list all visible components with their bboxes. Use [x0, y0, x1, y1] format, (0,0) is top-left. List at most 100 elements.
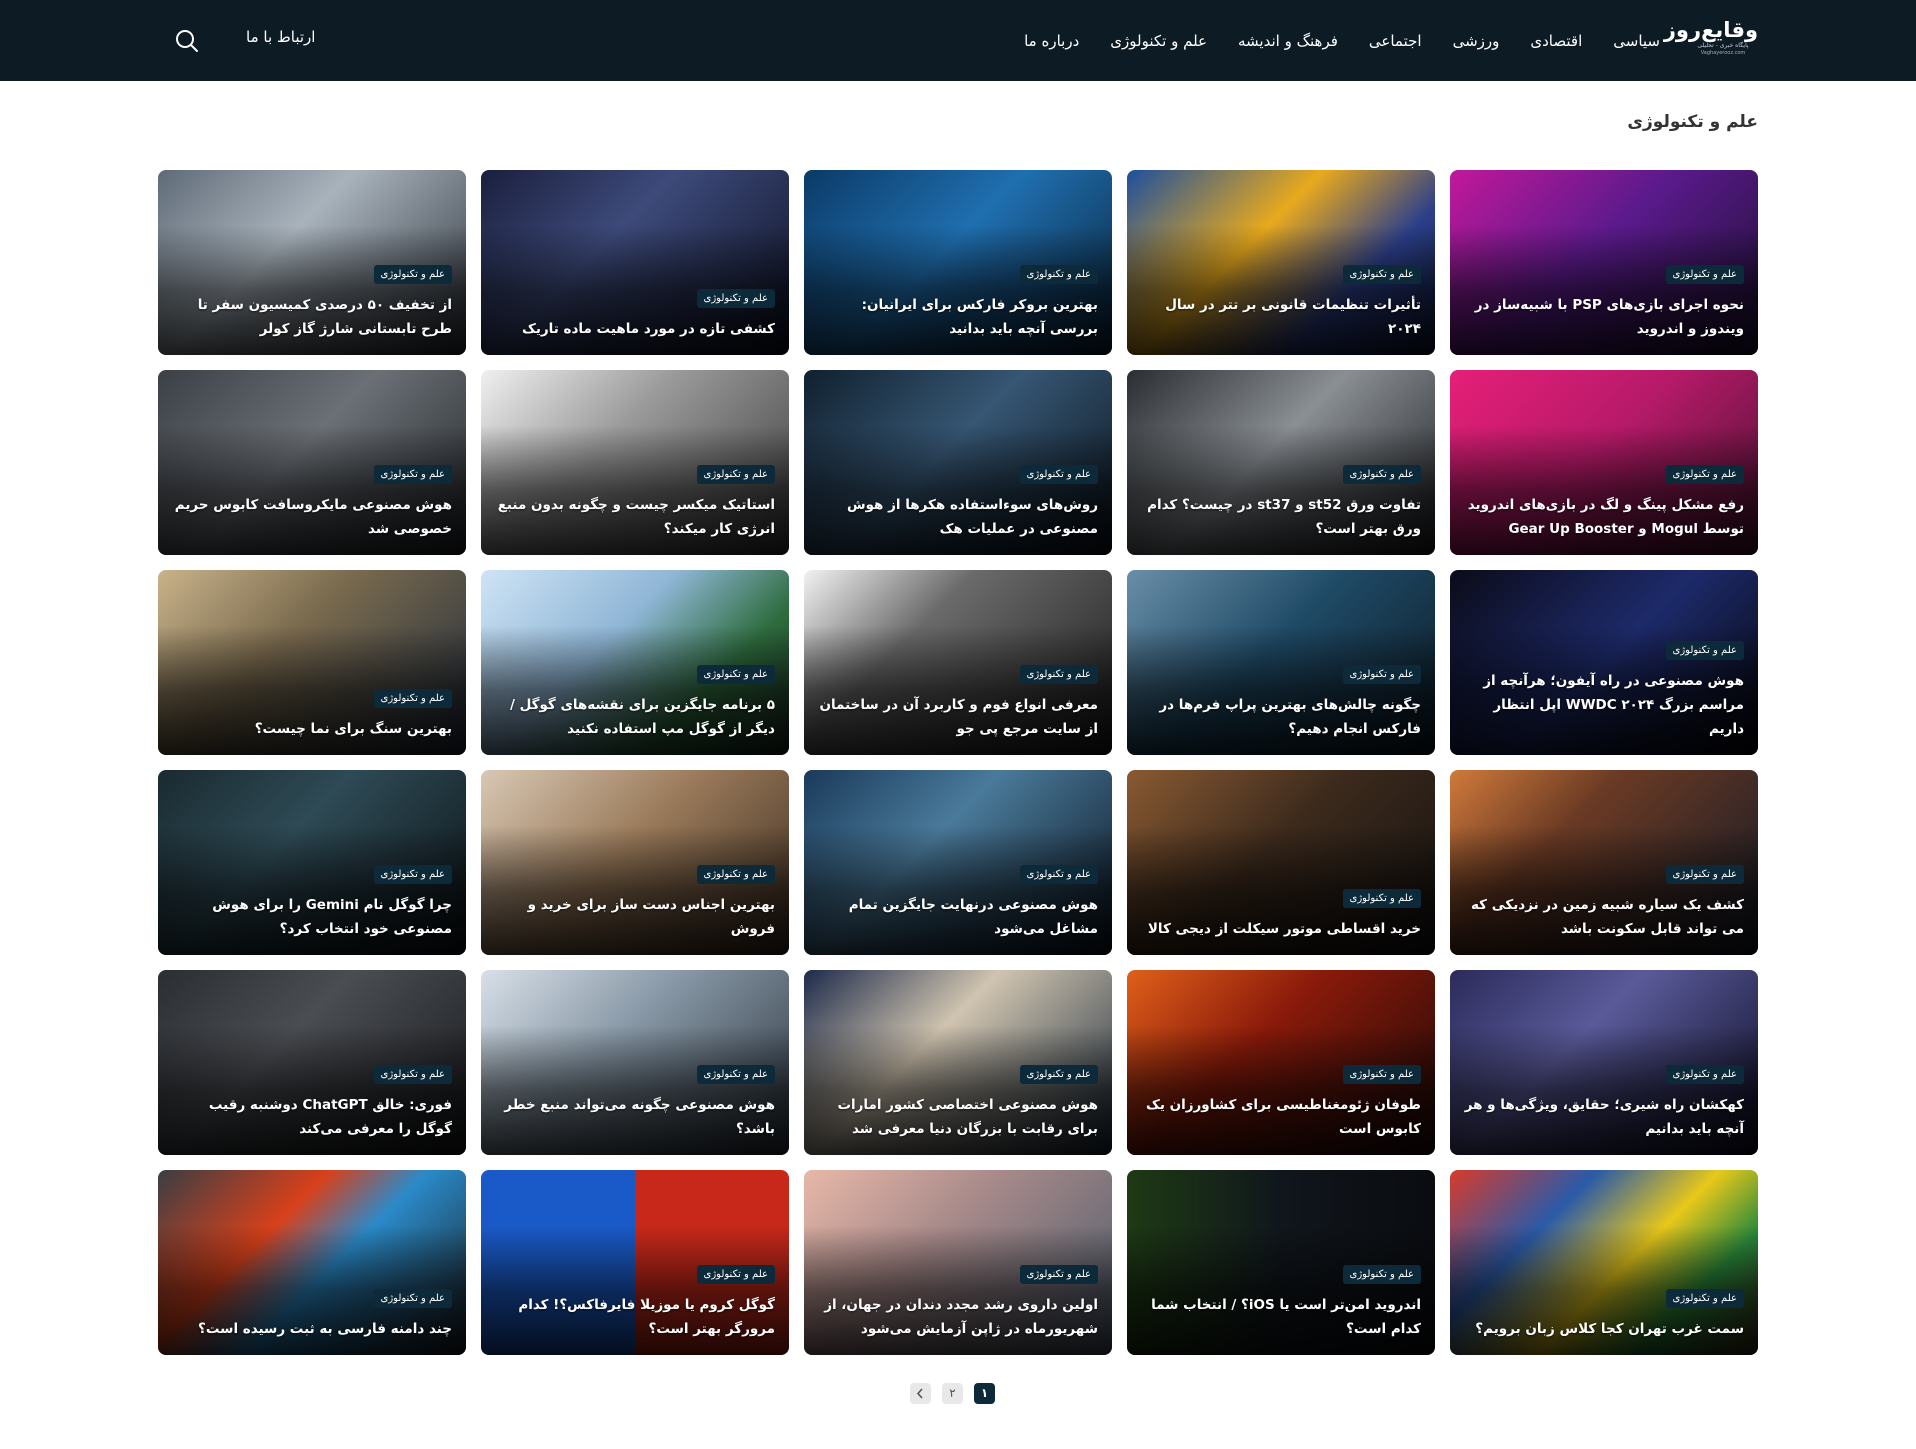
- category-badge[interactable]: علم و تکنولوژی: [1342, 1065, 1421, 1084]
- article-title[interactable]: روش‌های سوءاستفاده هکرها از هوش مصنوعی د…: [818, 493, 1098, 541]
- category-badge[interactable]: علم و تکنولوژی: [1665, 1065, 1744, 1084]
- category-badge[interactable]: علم و تکنولوژی: [1665, 1289, 1744, 1308]
- article-title[interactable]: چگونه چالش‌های بهترین پراپ فرم‌ها در فار…: [1141, 693, 1421, 741]
- article-title[interactable]: هوش مصنوعی در راه آیفون؛ هرآنچه از مراسم…: [1464, 669, 1744, 741]
- article-card[interactable]: علم و تکنولوژی کشفی تازه در مورد ماهیت ما…: [481, 170, 789, 355]
- nav-item-politics[interactable]: سیاسی: [1613, 32, 1660, 50]
- article-title[interactable]: بهترین سنگ برای نما چیست؟: [172, 717, 452, 741]
- chevron-left-icon[interactable]: [910, 1383, 931, 1404]
- nav-item-about[interactable]: درباره ما: [1024, 32, 1079, 50]
- page-button-1[interactable]: ۱: [974, 1383, 995, 1404]
- category-badge[interactable]: علم و تکنولوژی: [373, 689, 452, 708]
- article-card[interactable]: علم و تکنولوژی هوش مصنوعی مایکروسافت کابو…: [158, 370, 466, 555]
- article-title[interactable]: بهترین اجناس دست ساز برای خرید و فروش: [495, 893, 775, 941]
- category-badge[interactable]: علم و تکنولوژی: [1019, 865, 1098, 884]
- article-card[interactable]: علم و تکنولوژی معرفی انواع فوم و کاربرد آ…: [804, 570, 1112, 755]
- article-title[interactable]: کشفی تازه در مورد ماهیت ماده تاریک: [495, 317, 775, 341]
- category-badge[interactable]: علم و تکنولوژی: [1665, 465, 1744, 484]
- category-badge[interactable]: علم و تکنولوژی: [1019, 265, 1098, 284]
- article-title[interactable]: تأثیرات تنظیمات قانونی بر تتر در سال ۲۰۲…: [1141, 293, 1421, 341]
- article-title[interactable]: کشف یک سیاره شبیه زمین در نزدیکی که می ت…: [1464, 893, 1744, 941]
- category-badge[interactable]: علم و تکنولوژی: [373, 1065, 452, 1084]
- article-card[interactable]: علم و تکنولوژی سمت غرب تهران کجا کلاس زبا…: [1450, 1170, 1758, 1355]
- article-card[interactable]: علم و تکنولوژی از تخفیف ۵۰ درصدی کمیسیون …: [158, 170, 466, 355]
- category-badge[interactable]: علم و تکنولوژی: [1342, 1265, 1421, 1284]
- article-card[interactable]: علم و تکنولوژی بهترین بروکر فارکس برای ای…: [804, 170, 1112, 355]
- category-badge[interactable]: علم و تکنولوژی: [373, 865, 452, 884]
- nav-item-science-tech[interactable]: علم و تکنولوژی: [1110, 32, 1207, 50]
- article-title[interactable]: کهکشان راه شیری؛ حقایق، ویژگی‌ها و هر آن…: [1464, 1093, 1744, 1141]
- nav-item-economy[interactable]: اقتصادی: [1530, 32, 1582, 50]
- category-badge[interactable]: علم و تکنولوژی: [696, 465, 775, 484]
- category-badge[interactable]: علم و تکنولوژی: [1342, 889, 1421, 908]
- category-badge[interactable]: علم و تکنولوژی: [1342, 265, 1421, 284]
- article-title[interactable]: از تخفیف ۵۰ درصدی کمیسیون سفر تا طرح تاب…: [172, 293, 452, 341]
- article-card[interactable]: علم و تکنولوژی چگونه چالش‌های بهترین پراپ…: [1127, 570, 1435, 755]
- article-card[interactable]: علم و تکنولوژی کشف یک سیاره شبیه زمین در …: [1450, 770, 1758, 955]
- article-title[interactable]: سمت غرب تهران کجا کلاس زبان برویم؟: [1464, 1317, 1744, 1341]
- article-title[interactable]: معرفی انواع فوم و کاربرد آن در ساختمان ا…: [818, 693, 1098, 741]
- category-badge[interactable]: علم و تکنولوژی: [373, 265, 452, 284]
- article-card[interactable]: علم و تکنولوژی ۵ برنامه جایگزین برای نقشه…: [481, 570, 789, 755]
- article-card[interactable]: علم و تکنولوژی بهترین اجناس دست ساز برای …: [481, 770, 789, 955]
- article-card[interactable]: علم و تکنولوژی طوفان ژئومغناطیسی برای کشا…: [1127, 970, 1435, 1155]
- nav-item-culture[interactable]: فرهنگ و اندیشه: [1238, 32, 1338, 50]
- category-badge[interactable]: علم و تکنولوژی: [1665, 865, 1744, 884]
- category-badge[interactable]: علم و تکنولوژی: [1019, 665, 1098, 684]
- article-title[interactable]: گوگل کروم یا موزیلا فایرفاکس؟! کدام مرور…: [495, 1293, 775, 1341]
- category-badge[interactable]: علم و تکنولوژی: [1019, 1265, 1098, 1284]
- category-badge[interactable]: علم و تکنولوژی: [696, 1065, 775, 1084]
- article-card[interactable]: علم و تکنولوژی نحوه اجرای بازی‌های PSP با…: [1450, 170, 1758, 355]
- nav-item-sports[interactable]: ورزشی: [1453, 32, 1500, 50]
- category-badge[interactable]: علم و تکنولوژی: [696, 865, 775, 884]
- article-card[interactable]: علم و تکنولوژی تأثیرات تنظیمات قانونی بر …: [1127, 170, 1435, 355]
- article-card[interactable]: علم و تکنولوژی فوری: خالق ChatGPT دوشنبه …: [158, 970, 466, 1155]
- article-card[interactable]: علم و تکنولوژی چرا گوگل نام Gemini را برا…: [158, 770, 466, 955]
- category-badge[interactable]: علم و تکنولوژی: [1342, 465, 1421, 484]
- contact-link[interactable]: ارتباط با ما: [246, 28, 315, 46]
- article-title[interactable]: نحوه اجرای بازی‌های PSP با شبیه‌ساز در و…: [1464, 293, 1744, 341]
- category-badge[interactable]: علم و تکنولوژی: [1665, 265, 1744, 284]
- search-icon[interactable]: [174, 28, 200, 54]
- article-title[interactable]: بهترین بروکر فارکس برای ایرانیان: بررسی …: [818, 293, 1098, 341]
- article-title[interactable]: هوش مصنوعی اختصاصی کشور امارات برای رقاب…: [818, 1093, 1098, 1141]
- category-badge[interactable]: علم و تکنولوژی: [373, 1289, 452, 1308]
- category-badge[interactable]: علم و تکنولوژی: [1019, 465, 1098, 484]
- article-card[interactable]: علم و تکنولوژی اندروید امن‌تر است یا iOS؟…: [1127, 1170, 1435, 1355]
- article-title[interactable]: استاتیک میکسر چیست و چگونه بدون منبع انر…: [495, 493, 775, 541]
- article-card[interactable]: علم و تکنولوژی هوش مصنوعی در راه آیفون؛ ه…: [1450, 570, 1758, 755]
- article-title[interactable]: تفاوت ورق st52 و st37 در چیست؟ کدام ورق …: [1141, 493, 1421, 541]
- page-button-2[interactable]: ۲: [942, 1383, 963, 1404]
- article-card[interactable]: علم و تکنولوژی رفع مشکل پینگ و لگ در بازی…: [1450, 370, 1758, 555]
- article-title[interactable]: طوفان ژئومغناطیسی برای کشاورزان یک کابوس…: [1141, 1093, 1421, 1141]
- category-badge[interactable]: علم و تکنولوژی: [1342, 665, 1421, 684]
- article-title[interactable]: فوری: خالق ChatGPT دوشنبه رقیب گوگل را م…: [172, 1093, 452, 1141]
- category-badge[interactable]: علم و تکنولوژی: [1019, 1065, 1098, 1084]
- article-title[interactable]: رفع مشکل پینگ و لگ در بازی‌های اندروید ت…: [1464, 493, 1744, 541]
- article-card[interactable]: علم و تکنولوژی گوگل کروم یا موزیلا فایرفا…: [481, 1170, 789, 1355]
- article-card[interactable]: علم و تکنولوژی خرید اقساطی موتور سیکلت از…: [1127, 770, 1435, 955]
- article-title[interactable]: هوش مصنوعی درنهایت جایگزین تمام مشاغل می…: [818, 893, 1098, 941]
- article-title[interactable]: ۵ برنامه جایگزین برای نقشه‌های گوگل / دی…: [495, 693, 775, 741]
- category-badge[interactable]: علم و تکنولوژی: [373, 465, 452, 484]
- article-card[interactable]: علم و تکنولوژی تفاوت ورق st52 و st37 در چ…: [1127, 370, 1435, 555]
- article-title[interactable]: هوش مصنوعی چگونه می‌تواند منبع خطر باشد؟: [495, 1093, 775, 1141]
- article-card[interactable]: علم و تکنولوژی بهترین سنگ برای نما چیست؟: [158, 570, 466, 755]
- article-card[interactable]: علم و تکنولوژی اولین داروی رشد مجدد دندان…: [804, 1170, 1112, 1355]
- nav-item-social[interactable]: اجتماعی: [1369, 32, 1422, 50]
- category-badge[interactable]: علم و تکنولوژی: [1665, 641, 1744, 660]
- article-card[interactable]: علم و تکنولوژی کهکشان راه شیری؛ حقایق، وی…: [1450, 970, 1758, 1155]
- category-badge[interactable]: علم و تکنولوژی: [696, 289, 775, 308]
- article-card[interactable]: علم و تکنولوژی استاتیک میکسر چیست و چگونه…: [481, 370, 789, 555]
- article-card[interactable]: علم و تکنولوژی هوش مصنوعی چگونه می‌تواند …: [481, 970, 789, 1155]
- article-title[interactable]: چرا گوگل نام Gemini را برای هوش مصنوعی خ…: [172, 893, 452, 941]
- article-card[interactable]: علم و تکنولوژی هوش مصنوعی اختصاصی کشور ام…: [804, 970, 1112, 1155]
- category-badge[interactable]: علم و تکنولوژی: [696, 1265, 775, 1284]
- article-card[interactable]: علم و تکنولوژی هوش مصنوعی درنهایت جایگزین…: [804, 770, 1112, 955]
- article-title[interactable]: هوش مصنوعی مایکروسافت کابوس حریم خصوصی ش…: [172, 493, 452, 541]
- article-card[interactable]: علم و تکنولوژی روش‌های سوءاستفاده هکرها ا…: [804, 370, 1112, 555]
- site-logo[interactable]: وقایع‌روز پایگاه خبری - تحلیلی Vaghayero…: [1664, 18, 1759, 60]
- article-title[interactable]: چند دامنه فارسی به ثبت رسیده است؟: [172, 1317, 452, 1341]
- category-badge[interactable]: علم و تکنولوژی: [696, 665, 775, 684]
- article-title[interactable]: اولین داروی رشد مجدد دندان در جهان، از ش…: [818, 1293, 1098, 1341]
